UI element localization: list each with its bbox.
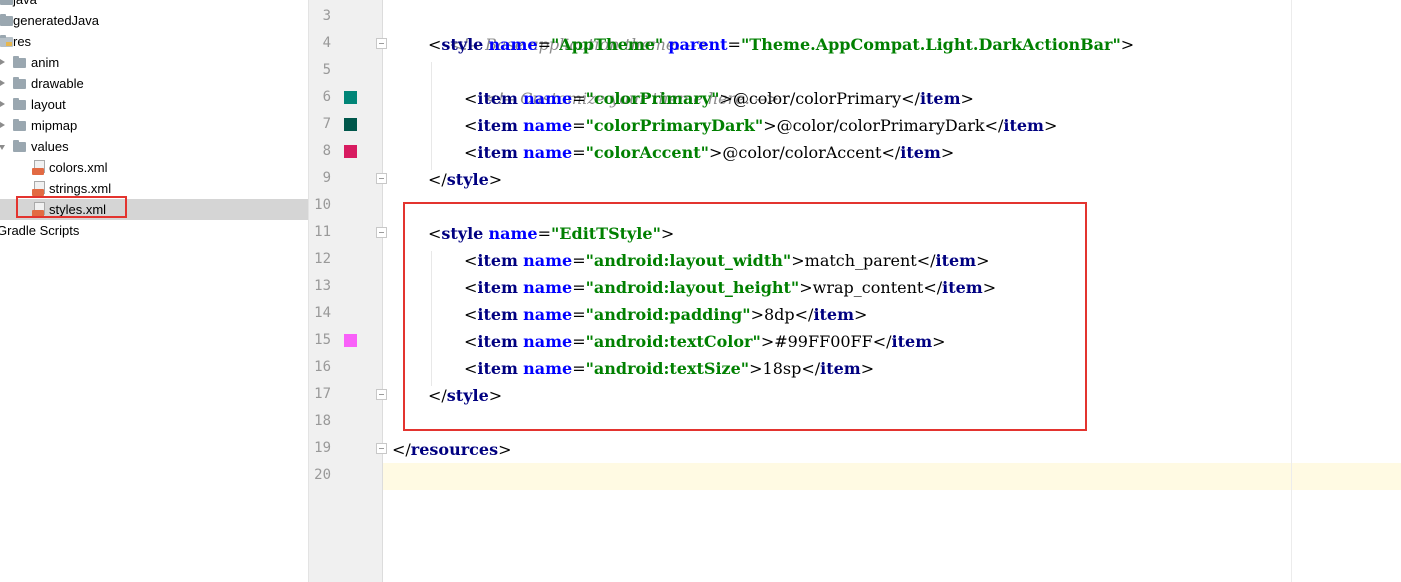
tree-item-gradle-scripts[interactable]: Gradle Scripts xyxy=(0,220,308,241)
tree-item-layout[interactable]: layout xyxy=(0,94,308,115)
tree-item-colors-xml[interactable]: colors.xml xyxy=(0,157,308,178)
code-line-5: <!-- Customize your theme here. --> xyxy=(484,89,780,108)
source-folder-icon xyxy=(0,14,13,26)
tree-item-label: layout xyxy=(31,97,66,112)
line-number: 7 xyxy=(322,116,331,132)
chevron-right-icon[interactable] xyxy=(0,101,5,107)
tree-item-anim[interactable]: anim xyxy=(0,52,308,73)
line-number: 13 xyxy=(314,278,331,294)
tree-item-label: colors.xml xyxy=(49,160,108,175)
folder-icon xyxy=(13,56,26,68)
fold-collapse-icon[interactable] xyxy=(376,227,387,238)
line-number: 18 xyxy=(314,413,331,429)
edittstyle-highlight-box xyxy=(403,202,1087,431)
code-line-3: <!-- Base application theme. --> xyxy=(449,35,710,54)
current-line-highlight xyxy=(309,463,1401,490)
folder-icon xyxy=(13,119,26,131)
color-swatch-icon[interactable] xyxy=(344,334,357,347)
chevron-right-icon[interactable] xyxy=(0,59,5,65)
line-number: 10 xyxy=(314,197,331,213)
folder-icon xyxy=(13,140,26,152)
tree-item-generatedjava[interactable]: generatedJava xyxy=(0,10,308,31)
code-line-6: <item name="colorPrimary">@color/colorPr… xyxy=(464,89,974,108)
line-number: 4 xyxy=(322,35,331,51)
tree-item-label: drawable xyxy=(31,76,84,91)
tree-item-values[interactable]: values xyxy=(0,136,308,157)
fold-expand-icon[interactable] xyxy=(376,389,387,400)
line-number: 9 xyxy=(322,170,331,186)
line-number: 5 xyxy=(322,62,331,78)
code-line-7: <item name="colorPrimaryDark">@color/col… xyxy=(464,116,1058,135)
line-number: 8 xyxy=(322,143,331,159)
line-number: 20 xyxy=(314,467,331,483)
fold-collapse-icon[interactable] xyxy=(376,38,387,49)
tree-item-label: anim xyxy=(31,55,60,70)
code-line-4: <style name="AppTheme" parent="Theme.App… xyxy=(428,35,1135,54)
code-line-8: <item name="colorAccent">@color/colorAcc… xyxy=(464,143,955,162)
tree-item-label: values xyxy=(31,139,69,154)
tree-item-java[interactable]: java xyxy=(0,0,308,10)
line-number: 3 xyxy=(322,8,331,24)
tree-item-label: java xyxy=(13,0,37,10)
line-number: 17 xyxy=(314,386,331,402)
color-swatch-icon[interactable] xyxy=(344,118,357,131)
fold-expand-icon[interactable] xyxy=(376,443,387,454)
tree-item-label: generatedJava xyxy=(13,13,100,28)
chevron-right-icon[interactable] xyxy=(0,80,5,86)
line-number: 19 xyxy=(314,440,331,456)
chevron-down-icon[interactable] xyxy=(0,145,5,150)
right-margin-guide xyxy=(1291,0,1292,582)
line-number: 16 xyxy=(314,359,331,375)
line-number: 15 xyxy=(314,332,331,348)
tree-item-label: mipmap xyxy=(31,118,78,133)
chevron-right-icon[interactable] xyxy=(0,122,5,128)
folder-icon xyxy=(13,98,26,110)
project-tree-panel: java generatedJava res anim drawable lay… xyxy=(0,0,309,582)
color-swatch-icon[interactable] xyxy=(344,91,357,104)
tree-item-mipmap[interactable]: mipmap xyxy=(0,115,308,136)
line-number: 12 xyxy=(314,251,331,267)
code-line-19: </resources> xyxy=(392,440,512,459)
color-swatch-icon[interactable] xyxy=(344,145,357,158)
tree-item-label: res xyxy=(13,34,32,49)
tree-item-label: Gradle Scripts xyxy=(0,223,80,238)
xml-file-icon xyxy=(32,181,45,196)
line-number: 11 xyxy=(314,224,331,240)
line-number: 14 xyxy=(314,305,331,321)
resource-folder-icon xyxy=(0,35,13,47)
xml-file-icon xyxy=(32,160,45,175)
source-folder-icon xyxy=(0,0,13,5)
code-line-9: </style> xyxy=(428,170,503,189)
fold-expand-icon[interactable] xyxy=(376,173,387,184)
line-number: 6 xyxy=(322,89,331,105)
styles-xml-highlight-box xyxy=(16,196,127,218)
folder-icon xyxy=(13,77,26,89)
tree-item-drawable[interactable]: drawable xyxy=(0,73,308,94)
tree-item-res[interactable]: res xyxy=(0,31,308,52)
